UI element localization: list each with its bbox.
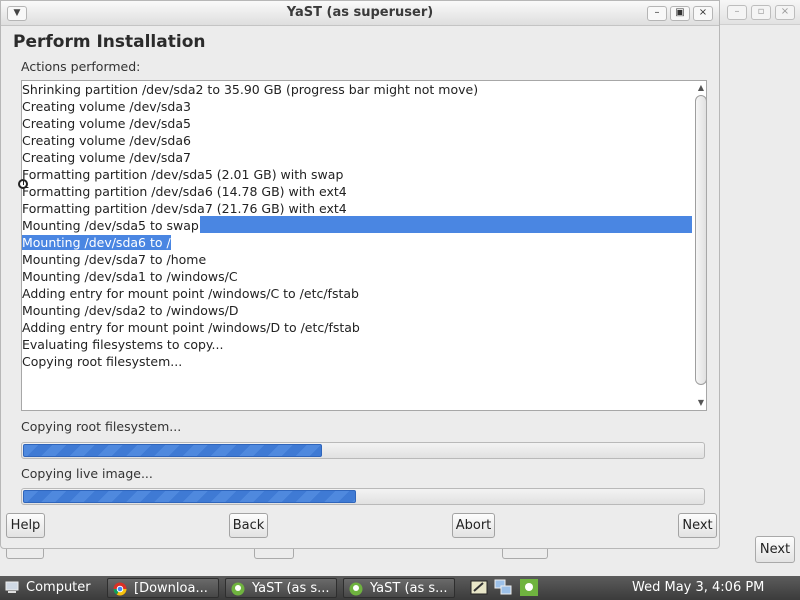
yast-icon — [231, 582, 245, 596]
taskbar-task-yast-1[interactable]: YaST (as s... — [225, 578, 337, 598]
list-item[interactable]: Copying root filesystem... — [22, 353, 182, 370]
yast-dialog: ▼ YaST (as superuser) – ▣ × Perform Inst… — [0, 0, 720, 549]
maximize-icon[interactable]: ▫ — [751, 5, 771, 20]
minimize-icon[interactable]: – — [727, 5, 747, 20]
background-window: – ▫ × — [720, 0, 800, 576]
list-item[interactable]: Formatting partition /dev/sda7 (21.76 GB… — [22, 200, 347, 217]
back-button[interactable]: Back — [229, 513, 268, 538]
taskbar-task-browser[interactable]: [Downloa... — [107, 578, 219, 598]
list-item[interactable]: Mounting /dev/sda7 to /home — [22, 251, 206, 268]
yast-icon — [349, 582, 363, 596]
window-title: YaST (as superuser) — [286, 5, 434, 20]
list-item[interactable]: Mounting /dev/sda2 to /windows/D — [22, 302, 238, 319]
progress-fill — [23, 444, 322, 457]
background-titlebar: – ▫ × — [720, 0, 800, 25]
list-item[interactable]: Mounting /dev/sda5 to swap — [22, 217, 199, 234]
busy-cursor-icon — [18, 179, 28, 189]
task-label: YaST (as s... — [370, 581, 448, 596]
yast-tray-icon[interactable] — [520, 579, 538, 596]
progress-label-live: Copying live image... — [21, 466, 153, 481]
next-button[interactable]: Next — [678, 513, 717, 538]
close-icon[interactable]: × — [693, 6, 713, 21]
scrollbar-thumb[interactable] — [695, 95, 706, 385]
list-item[interactable]: Shrinking partition /dev/sda2 to 35.90 G… — [22, 81, 478, 98]
page-title: Perform Installation — [13, 32, 206, 52]
list-item-selected[interactable]: Mounting /dev/sda6 to / — [22, 234, 171, 251]
background-next-button[interactable]: Next — [755, 536, 795, 563]
taskbar: Computer [Downloa... YaST (as s... YaST … — [0, 576, 800, 600]
clock[interactable]: Wed May 3, 4:06 PM — [632, 578, 764, 598]
list-item[interactable]: Creating volume /dev/sda7 — [22, 149, 191, 166]
list-item[interactable]: Creating volume /dev/sda5 — [22, 115, 191, 132]
computer-icon — [5, 581, 19, 593]
network-icon[interactable] — [494, 579, 512, 596]
list-item[interactable]: Adding entry for mount point /windows/C … — [22, 285, 359, 302]
list-item[interactable]: Creating volume /dev/sda3 — [22, 98, 191, 115]
selection-highlight — [200, 216, 692, 233]
title-bar[interactable]: ▼ YaST (as superuser) – ▣ × — [1, 1, 719, 26]
computer-label: Computer — [26, 580, 91, 595]
minimize-icon[interactable]: – — [647, 6, 667, 21]
list-item[interactable]: Formatting partition /dev/sda5 (2.01 GB)… — [22, 166, 343, 183]
computer-menu-button[interactable]: Computer — [0, 578, 100, 598]
edit-icon[interactable] — [470, 579, 488, 596]
progress-label-root: Copying root filesystem... — [21, 419, 182, 434]
progress-fill — [23, 490, 356, 503]
scroll-down-icon[interactable]: ▼ — [696, 398, 706, 408]
maximize-icon[interactable]: ▣ — [670, 6, 690, 21]
list-item[interactable]: Creating volume /dev/sda6 — [22, 132, 191, 149]
task-label: YaST (as s... — [252, 581, 330, 596]
list-item[interactable]: Formatting partition /dev/sda6 (14.78 GB… — [22, 183, 347, 200]
list-item[interactable]: Adding entry for mount point /windows/D … — [22, 319, 360, 336]
vertical-scrollbar[interactable]: ▲ ▼ — [694, 81, 706, 410]
chrome-icon — [113, 582, 127, 596]
list-item[interactable]: Mounting /dev/sda1 to /windows/C — [22, 268, 238, 285]
abort-button[interactable]: Abort — [452, 513, 495, 538]
live-image-progress-bar — [21, 488, 705, 505]
help-button[interactable]: Help — [6, 513, 45, 538]
task-label: [Downloa... — [134, 581, 208, 596]
actions-label: Actions performed: — [21, 59, 141, 74]
scroll-up-icon[interactable]: ▲ — [696, 83, 706, 93]
root-filesystem-progress-bar — [21, 442, 705, 459]
close-icon[interactable]: × — [775, 5, 795, 20]
list-item[interactable]: Evaluating filesystems to copy... — [22, 336, 223, 353]
taskbar-task-yast-2[interactable]: YaST (as s... — [343, 578, 455, 598]
actions-list[interactable]: Shrinking partition /dev/sda2 to 35.90 G… — [21, 80, 707, 411]
